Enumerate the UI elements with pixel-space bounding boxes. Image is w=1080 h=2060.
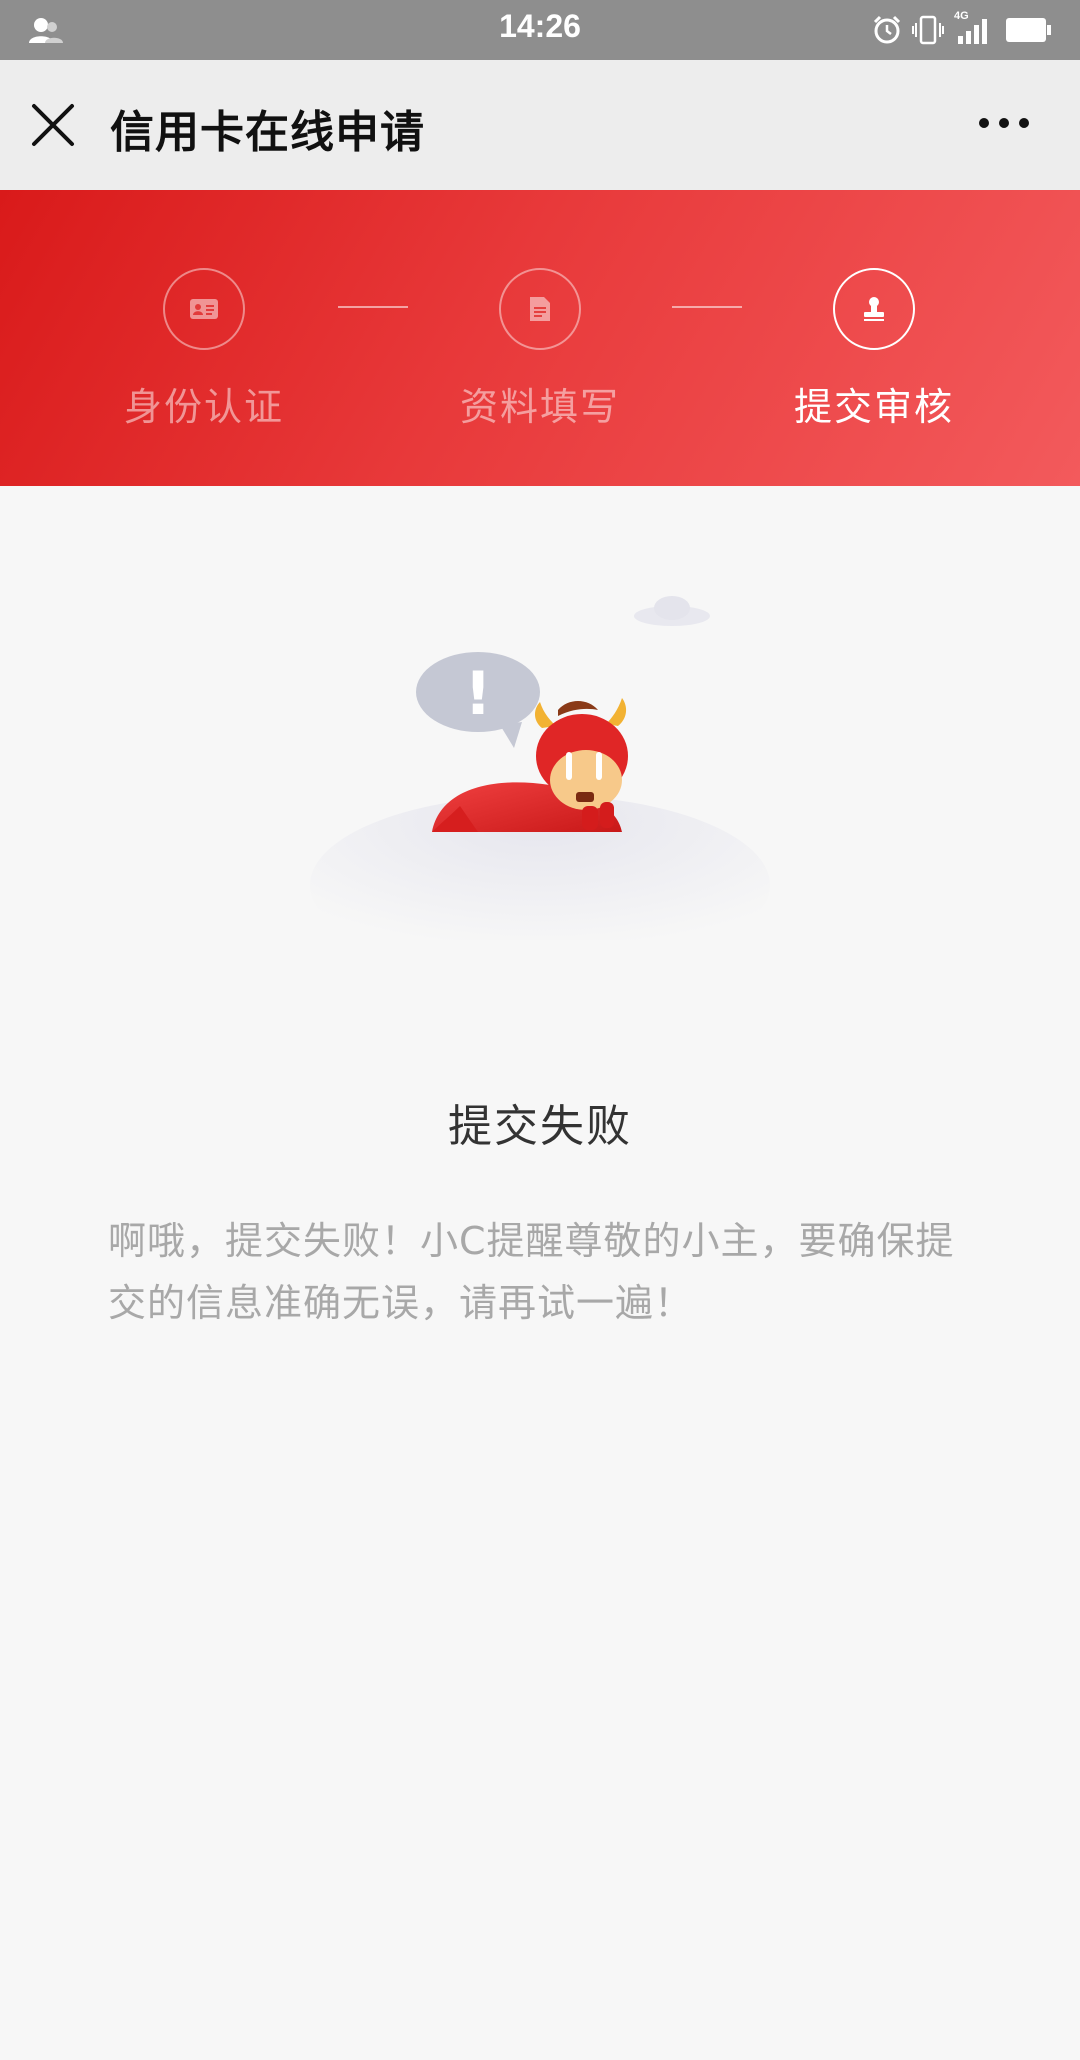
step-connector <box>672 306 742 308</box>
step-information-circle <box>499 268 581 350</box>
vibrate-icon <box>912 15 944 45</box>
progress-steps: 身份认证 资料填写 提交审核 <box>0 190 1080 486</box>
error-illustration: ! <box>310 596 770 940</box>
step-information: 资料填写 <box>430 268 650 431</box>
step-label: 身份认证 <box>123 385 284 429</box>
result-message: 啊哦，提交失败！小C提醒尊敬的小主，要确保提交的信息准确无误，请再试一遍！ <box>108 1219 955 1325</box>
alert-bubble-icon: ! <box>416 652 540 748</box>
cloud-icon <box>634 596 710 626</box>
step-label: 资料填写 <box>459 385 620 429</box>
close-icon[interactable] <box>30 102 76 148</box>
step-connector <box>338 306 408 308</box>
navigation-bar: 信用卡在线申请 <box>0 60 1080 191</box>
page-title: 信用卡在线申请 <box>110 107 425 158</box>
step-review-circle <box>833 268 915 350</box>
alert-mark: ! <box>464 659 491 729</box>
alarm-icon <box>873 15 901 44</box>
id-card-icon <box>190 299 218 319</box>
step-label: 提交审核 <box>793 385 954 429</box>
battery-icon <box>1006 18 1051 42</box>
step-identity: 身份认证 <box>94 268 314 431</box>
more-icon[interactable] <box>976 108 1032 138</box>
stamp-icon <box>864 297 884 321</box>
status-icons: 4G <box>872 10 1052 48</box>
document-icon <box>530 297 550 321</box>
status-bar: 14:26 4G <box>0 0 1080 60</box>
step-review: 提交审核 <box>764 268 984 431</box>
result-title: 提交失败 <box>448 1101 632 1152</box>
signal-icon: 4G <box>954 10 994 46</box>
step-identity-circle <box>163 268 245 350</box>
